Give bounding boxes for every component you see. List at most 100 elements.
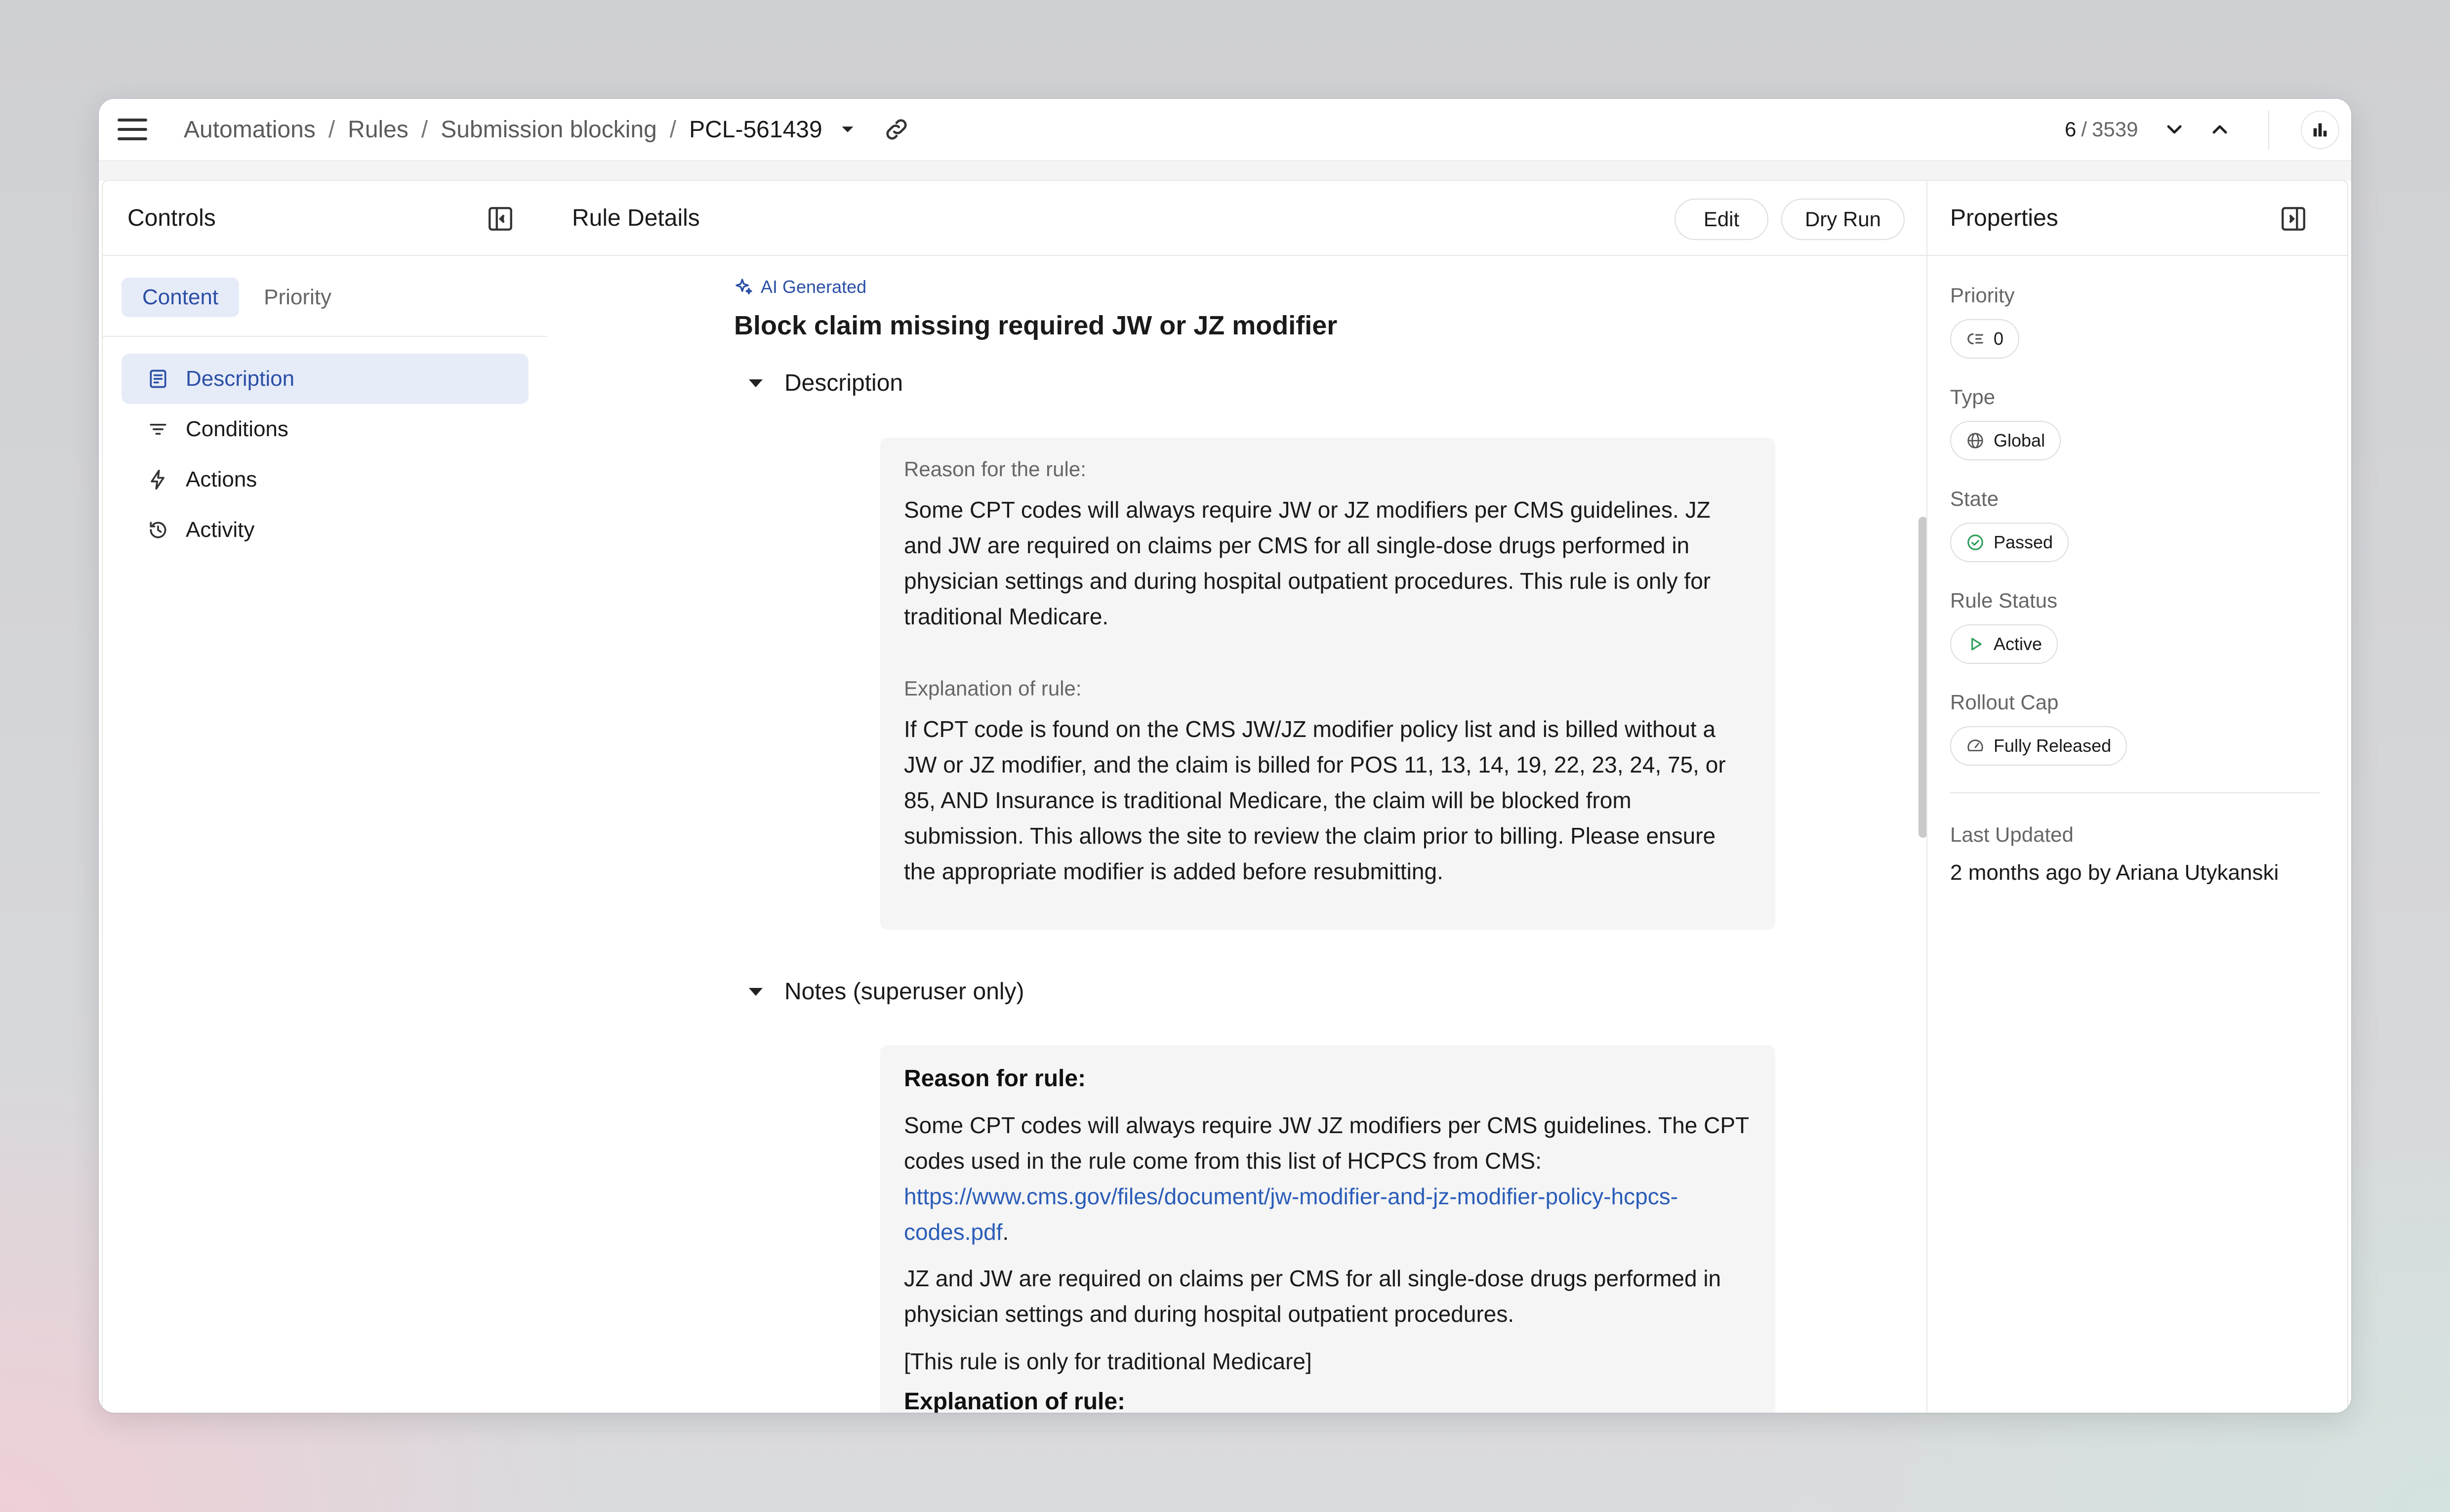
- caret-down-icon: [749, 379, 763, 387]
- type-label: Type: [1950, 385, 1996, 409]
- counter-current: 6: [2065, 118, 2077, 141]
- rule-status-value: Active: [1994, 634, 2042, 654]
- type-value: Global: [1994, 430, 2045, 450]
- sparkle-icon: [735, 279, 752, 294]
- breadcrumb-separator: /: [421, 116, 428, 143]
- top-bar: Automations / Rules / Submission blockin…: [99, 99, 2351, 160]
- toolbar-divider: [2268, 111, 2269, 149]
- globe-icon: [1967, 433, 1983, 449]
- notes-reason-text: Some CPT codes will always require JW JZ…: [904, 1107, 1752, 1250]
- description-heading: Description: [784, 370, 903, 396]
- rule-status-label: Rule Status: [1950, 589, 2058, 612]
- notes-box: Reason for rule: Some CPT codes will alw…: [880, 1045, 1775, 1413]
- description-icon: [150, 369, 166, 388]
- breadcrumb-automations[interactable]: Automations: [184, 116, 316, 143]
- rule-details-header: Rule Details Edit Dry Run: [547, 181, 1927, 256]
- toolbar-gap: [99, 160, 2351, 181]
- counter-separator: /: [2081, 118, 2087, 141]
- stats-button[interactable]: [2301, 111, 2339, 149]
- description-box: Reason for the rule: Some CPT codes will…: [880, 438, 1775, 930]
- controls-title: Controls: [127, 205, 216, 231]
- notes-explanation-heading: Explanation of rule:: [904, 1389, 1126, 1413]
- menu-icon[interactable]: [118, 116, 147, 143]
- nav-item-actions[interactable]: Actions: [122, 454, 529, 505]
- type-chip[interactable]: Global: [1950, 421, 2061, 460]
- description-section-toggle[interactable]: Description: [749, 369, 903, 397]
- nav-item-label: Conditions: [186, 417, 288, 441]
- rule-details-content: AI Generated Block claim missing require…: [547, 256, 1918, 1413]
- hcpcs-policy-link[interactable]: https://www.cms.gov/files/document/jw-mo…: [904, 1184, 1678, 1245]
- properties-header: Properties: [1927, 181, 2347, 256]
- link-icon[interactable]: [883, 116, 910, 143]
- ai-generated-badge: AI Generated: [734, 277, 866, 297]
- rule-details-title: Rule Details: [572, 205, 700, 231]
- check-circle-icon: [1967, 534, 1983, 550]
- controls-panel: Controls Content Priority Description Co…: [102, 180, 548, 1413]
- tab-content[interactable]: Content: [122, 278, 240, 317]
- notes-para3: [This rule is only for traditional Medic…: [904, 1349, 1312, 1374]
- priority-chip[interactable]: 0: [1950, 319, 2020, 359]
- filter-icon: [150, 424, 166, 435]
- collapse-left-panel-icon[interactable]: [486, 204, 515, 233]
- breadcrumb-current: PCL-561439: [689, 116, 822, 143]
- explanation-label: Explanation of rule:: [904, 677, 1082, 700]
- state-label: State: [1950, 487, 1999, 510]
- nav-item-label: Activity: [186, 518, 255, 542]
- controls-tabs: Content Priority: [122, 278, 352, 317]
- nav-item-label: Actions: [186, 467, 257, 491]
- bar-chart-icon: [2313, 123, 2327, 137]
- breadcrumb-submission-blocking[interactable]: Submission blocking: [441, 116, 657, 143]
- lightning-icon: [151, 469, 164, 490]
- state-chip[interactable]: Passed: [1950, 523, 2069, 562]
- breadcrumb-separator: /: [328, 116, 335, 143]
- priority-icon: [1967, 333, 1983, 345]
- ai-badge-label: AI Generated: [761, 277, 867, 297]
- properties-divider: [1950, 792, 2320, 793]
- record-counter: 6 / 3539: [2065, 99, 2138, 160]
- explanation-text: If CPT code is found on the CMS JW/JZ mo…: [904, 716, 1726, 884]
- nav-item-description[interactable]: Description: [122, 354, 529, 404]
- notes-reason-heading: Reason for rule:: [904, 1065, 1086, 1092]
- breadcrumb-rules[interactable]: Rules: [348, 116, 408, 143]
- priority-value: 0: [1994, 328, 2004, 349]
- chevron-up-icon[interactable]: [2208, 118, 2232, 141]
- properties-panel: Properties Priority 0 Type Global State …: [1926, 180, 2348, 1413]
- reason-text: Some CPT codes will always require JW or…: [904, 497, 1711, 629]
- rollout-cap-label: Rollout Cap: [1950, 691, 2059, 714]
- priority-label: Priority: [1950, 284, 2015, 307]
- controls-header: Controls: [103, 181, 547, 256]
- caret-down-icon[interactable]: [836, 118, 859, 141]
- controls-nav: Description Conditions Actions Activity: [122, 354, 529, 555]
- counter-total: 3539: [2092, 118, 2138, 141]
- history-icon: [150, 522, 166, 538]
- play-icon: [1971, 638, 1982, 651]
- properties-title: Properties: [1950, 205, 2058, 231]
- collapse-right-panel-icon[interactable]: [2279, 204, 2308, 233]
- app-window: Automations / Rules / Submission blockin…: [99, 99, 2351, 1413]
- notes-section-toggle[interactable]: Notes (superuser only): [749, 978, 1024, 1005]
- notes-heading: Notes (superuser only): [784, 979, 1024, 1005]
- link-suffix: .: [1002, 1219, 1009, 1245]
- chevron-down-icon[interactable]: [2163, 118, 2186, 141]
- tabs-divider: [103, 336, 547, 337]
- breadcrumb: Automations / Rules / Submission blockin…: [184, 99, 910, 160]
- notes-para1: Some CPT codes will always require JW JZ…: [904, 1112, 1749, 1174]
- notes-para2: JZ and JW are required on claims per CMS…: [904, 1266, 1721, 1327]
- dry-run-button[interactable]: Dry Run: [1781, 199, 1905, 240]
- nav-item-activity[interactable]: Activity: [122, 505, 529, 555]
- last-updated-value: 2 months ago by Ariana Utykanski: [1950, 860, 2279, 885]
- rollout-cap-value: Fully Released: [1994, 736, 2112, 756]
- rule-title: Block claim missing required JW or JZ mo…: [734, 311, 1338, 340]
- state-value: Passed: [1994, 532, 2053, 552]
- rule-status-chip[interactable]: Active: [1950, 624, 2058, 664]
- gauge-icon: [1967, 739, 1983, 751]
- breadcrumb-separator: /: [669, 116, 677, 143]
- last-updated-label: Last Updated: [1950, 823, 2074, 846]
- nav-item-conditions[interactable]: Conditions: [122, 404, 529, 454]
- edit-button[interactable]: Edit: [1674, 199, 1768, 240]
- tab-priority[interactable]: Priority: [243, 278, 352, 317]
- rollout-cap-chip[interactable]: Fully Released: [1950, 726, 2127, 766]
- nav-item-label: Description: [186, 367, 295, 391]
- reason-label: Reason for the rule:: [904, 457, 1086, 481]
- caret-down-icon: [749, 987, 763, 996]
